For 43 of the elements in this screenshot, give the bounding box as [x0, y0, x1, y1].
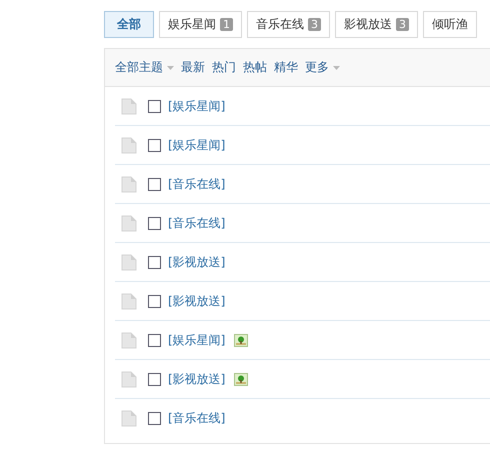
- category-tab[interactable]: 倾听渔: [423, 11, 477, 38]
- document-icon: [121, 98, 137, 114]
- category-tab[interactable]: 音乐在线 3: [247, 11, 330, 38]
- checkbox[interactable]: [148, 216, 161, 230]
- category-link[interactable]: [娱乐星闻]: [168, 98, 226, 114]
- checkbox[interactable]: [148, 256, 161, 268]
- count-badge: 3: [308, 18, 321, 31]
- document-icon: [121, 136, 137, 154]
- document-icon: [121, 410, 137, 426]
- checkbox[interactable]: [148, 372, 161, 386]
- checkbox[interactable]: [148, 334, 161, 346]
- document-icon: [121, 176, 137, 192]
- document-icon: [121, 292, 137, 310]
- category-link[interactable]: [娱乐星闻]: [168, 136, 226, 154]
- category-tab[interactable]: 影视放送 3: [335, 11, 418, 38]
- filter-link[interactable]: 热帖: [243, 59, 267, 76]
- filter-link[interactable]: 热门: [212, 59, 236, 76]
- checkbox[interactable]: [148, 178, 161, 190]
- document-icon: [121, 214, 137, 232]
- category-link[interactable]: [音乐在线]: [168, 176, 226, 192]
- category-tab[interactable]: 娱乐星闻 1: [159, 11, 242, 38]
- document-icon: [121, 370, 137, 388]
- category-link[interactable]: [影视放送]: [168, 370, 226, 388]
- category-link[interactable]: [影视放送]: [168, 254, 226, 270]
- document-icon: [121, 332, 137, 348]
- caret-icon: [333, 66, 340, 70]
- count-badge: 3: [396, 18, 409, 31]
- caret-icon: [167, 66, 174, 70]
- checkbox[interactable]: [148, 412, 161, 424]
- document-icon: [121, 254, 137, 270]
- category-link[interactable]: [娱乐星闻]: [168, 332, 226, 348]
- checkbox[interactable]: [148, 138, 161, 152]
- count-badge: 1: [220, 18, 233, 31]
- filter-link[interactable]: 最新: [181, 59, 205, 76]
- filter-link[interactable]: 全部主题: [115, 59, 174, 76]
- category-link[interactable]: [音乐在线]: [168, 410, 226, 426]
- category-tab[interactable]: 全部: [104, 11, 154, 38]
- checkbox[interactable]: [148, 294, 161, 308]
- filter-link[interactable]: 精华: [274, 59, 298, 76]
- filter-link[interactable]: 更多: [305, 59, 340, 76]
- category-link[interactable]: [影视放送]: [168, 292, 226, 310]
- checkbox[interactable]: [148, 100, 161, 112]
- category-link[interactable]: [音乐在线]: [168, 214, 226, 232]
